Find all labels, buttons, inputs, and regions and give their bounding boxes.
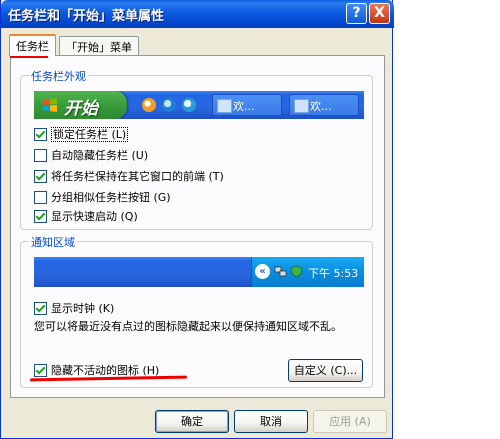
task-button: 欢... xyxy=(212,94,282,116)
task-button: 欢... xyxy=(289,94,359,116)
ok-button[interactable]: 确定 xyxy=(155,410,229,433)
lock-taskbar-option[interactable]: 锁定任务栏 (L) xyxy=(34,126,129,142)
task-button-label: 欢... xyxy=(310,100,332,113)
group-buttons-checkbox[interactable] xyxy=(34,190,47,204)
taskbar-appearance-title: 任务栏外观 xyxy=(29,68,88,84)
group-buttons-option[interactable]: 分组相似任务栏按钮 (G) xyxy=(34,189,171,205)
window-icon xyxy=(217,99,232,113)
tab-highlight-underline xyxy=(10,56,48,58)
chevron-left-icon: « xyxy=(255,264,270,279)
show-desktop-icon xyxy=(182,98,196,112)
auto-hide-checkbox[interactable] xyxy=(34,148,47,162)
internet-explorer-icon xyxy=(162,98,176,112)
notification-area-title: 通知区域 xyxy=(29,234,77,250)
quick-launch-checkbox[interactable] xyxy=(34,209,47,223)
keep-on-top-label: 将任务栏保持在其它窗口的前端 (T) xyxy=(51,170,224,183)
quick-launch-option[interactable]: 显示快速启动 (Q) xyxy=(34,208,138,224)
show-clock-label: 显示时钟 (K) xyxy=(51,302,115,315)
cancel-button[interactable]: 取消 xyxy=(234,410,308,433)
tray-preview: « 下午 5:53 xyxy=(34,257,364,287)
media-player-icon xyxy=(142,98,156,112)
start-button-preview: 开始 xyxy=(34,91,127,119)
window-icon xyxy=(294,99,309,113)
keep-on-top-checkbox[interactable] xyxy=(34,169,47,183)
clock-text: 下午 5:53 xyxy=(308,267,359,280)
notification-description: 您可以将最近没有点过的图标隐藏起来以便保持通知区域不乱。 xyxy=(34,320,342,333)
taskbar-preview: 开始 欢... 欢... xyxy=(34,91,364,119)
hide-inactive-checkbox[interactable] xyxy=(34,363,47,377)
start-label: 开始 xyxy=(64,99,98,119)
task-button-label: 欢... xyxy=(233,100,255,113)
help-button[interactable]: ? xyxy=(346,3,367,24)
window-title: 任务栏和「开始」菜单属性 xyxy=(8,9,165,24)
show-clock-option[interactable]: 显示时钟 (K) xyxy=(34,300,114,316)
system-tray: « 下午 5:53 xyxy=(251,257,364,287)
security-shield-icon xyxy=(290,265,303,278)
auto-hide-label: 自动隐藏任务栏 (U) xyxy=(51,149,149,162)
windows-flag-icon xyxy=(43,98,57,112)
quick-launch-label: 显示快速启动 (Q) xyxy=(51,210,138,223)
show-clock-checkbox[interactable] xyxy=(34,301,47,315)
apply-button[interactable]: 应用 (A) xyxy=(313,410,387,433)
hide-inactive-label: 隐藏不活动的图标 (H) xyxy=(51,364,160,377)
customize-button[interactable]: 自定义 (C)... xyxy=(288,359,363,382)
tab-start-menu[interactable]: 「开始」菜单 xyxy=(59,36,139,55)
close-button[interactable]: X xyxy=(369,3,390,24)
network-icon xyxy=(274,266,287,277)
auto-hide-option[interactable]: 自动隐藏任务栏 (U) xyxy=(34,147,148,163)
keep-on-top-option[interactable]: 将任务栏保持在其它窗口的前端 (T) xyxy=(34,168,224,184)
lock-taskbar-checkbox[interactable] xyxy=(34,127,47,141)
lock-taskbar-label: 锁定任务栏 (L) xyxy=(51,127,129,142)
title-bar[interactable]: 任务栏和「开始」菜单属性 ? X xyxy=(1,0,394,28)
properties-dialog: 任务栏和「开始」菜单属性 ? X 任务栏 「开始」菜单 任务栏外观 开始 欢..… xyxy=(0,0,394,439)
group-buttons-label: 分组相似任务栏按钮 (G) xyxy=(51,191,171,204)
tab-taskbar[interactable]: 任务栏 xyxy=(9,34,56,56)
